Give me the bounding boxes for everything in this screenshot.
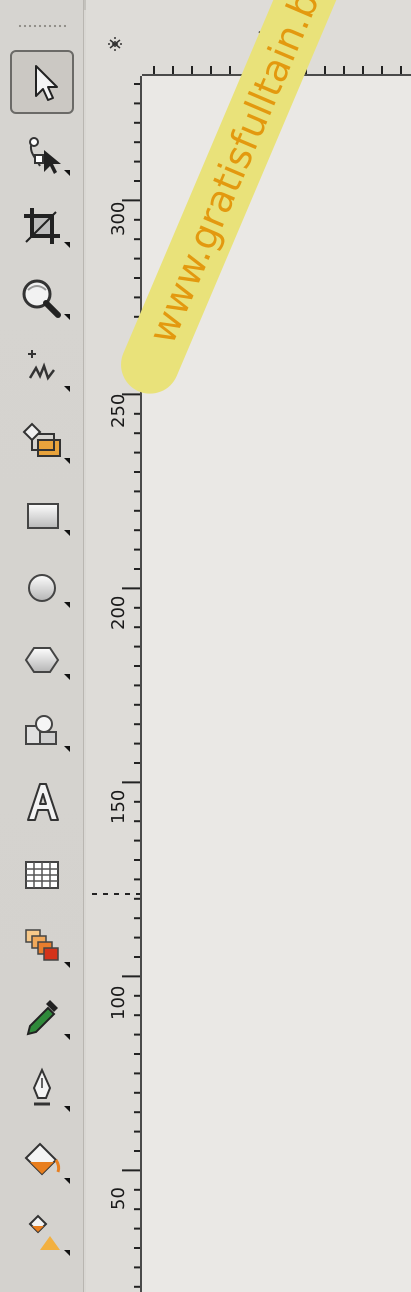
fill-tool-button[interactable] [10, 1130, 74, 1194]
freehand-tool-button[interactable] [10, 338, 74, 402]
polygon-icon [24, 647, 70, 680]
rectangle-icon [27, 503, 70, 536]
table-icon [25, 861, 59, 889]
pen-nib-icon [32, 1067, 70, 1112]
shape-tool-button[interactable] [10, 122, 74, 186]
basic-shapes-tool-button[interactable] [10, 698, 74, 762]
smart-fill-icon [22, 422, 70, 464]
table-tool-button[interactable] [10, 842, 74, 906]
polygon-tool-button[interactable] [10, 626, 74, 690]
blend-tool-button[interactable] [10, 914, 74, 978]
text-a-icon [27, 783, 59, 821]
ellipse-tool-button[interactable] [10, 554, 74, 618]
basic-shapes-icon [25, 715, 70, 752]
eyedropper-tool-button[interactable] [10, 986, 74, 1050]
crop-icon [24, 208, 70, 248]
vertical-ruler-label: 150 [108, 789, 129, 824]
ellipse-icon [28, 574, 70, 608]
interactive-fill-icon [28, 1214, 70, 1256]
vertical-ruler-label: 100 [108, 985, 129, 1020]
shape-node-icon [29, 137, 70, 176]
ruler-origin-icon [108, 37, 122, 51]
interactive-fill-tool-button[interactable] [10, 1202, 74, 1266]
ruler-origin-corner[interactable] [86, 0, 142, 76]
toolbox-grip-handle[interactable] [18, 24, 66, 30]
rectangle-tool-button[interactable] [10, 482, 74, 546]
text-tool-button[interactable] [10, 770, 74, 834]
crop-tool-button[interactable] [10, 194, 74, 258]
pick-tool-button[interactable] [10, 50, 74, 114]
eyedropper-icon [26, 1000, 70, 1040]
magnifier-icon [22, 279, 70, 320]
vertical-ruler-label: 50 [108, 1187, 129, 1210]
vertical-ruler-label: 200 [108, 595, 129, 630]
blend-icon [25, 929, 70, 968]
paint-bucket-icon [24, 1142, 70, 1184]
arrow-cursor-icon [35, 65, 58, 101]
smart-fill-tool-button[interactable] [10, 410, 74, 474]
vertical-ruler-label: 300 [108, 201, 129, 236]
zoom-tool-button[interactable] [10, 266, 74, 330]
vertical-ruler[interactable]: 300 250 200 150 100 50 [86, 76, 142, 1292]
vertical-ruler-label: 250 [108, 393, 129, 428]
vertical-ruler-ticks [92, 83, 140, 1288]
outline-pen-tool-button[interactable] [10, 1058, 74, 1122]
freehand-curve-icon [28, 350, 70, 392]
toolbox [0, 0, 84, 1292]
